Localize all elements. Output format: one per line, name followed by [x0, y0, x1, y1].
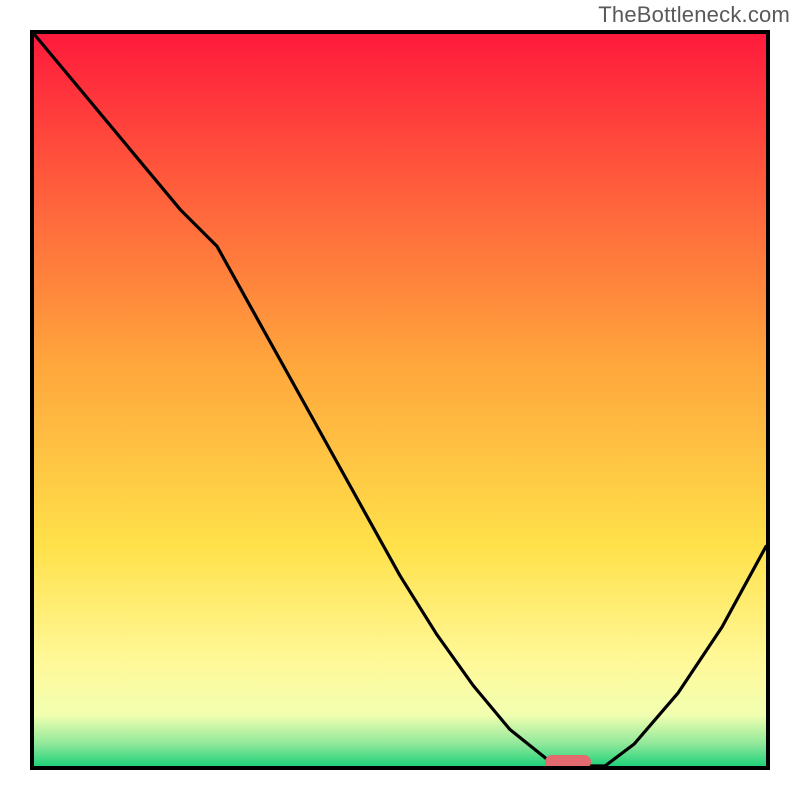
watermark-text: TheBottleneck.com: [598, 2, 790, 28]
bottleneck-curve: [34, 34, 766, 766]
marker-pill: [545, 755, 591, 769]
chart-container: TheBottleneck.com: [0, 0, 800, 800]
plot-area: [30, 30, 770, 770]
